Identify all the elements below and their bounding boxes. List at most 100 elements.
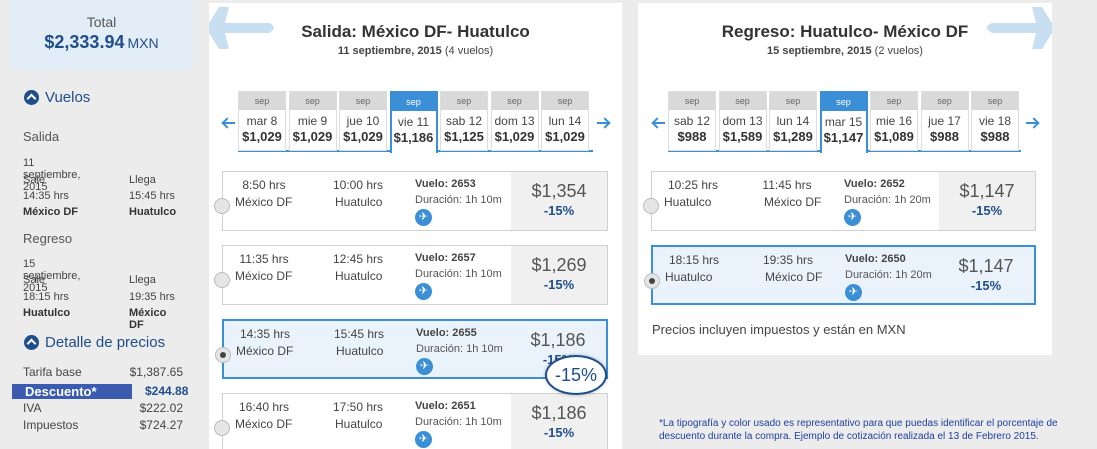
chevron-up-icon <box>24 335 39 350</box>
prev-dates-arrow-icon[interactable] <box>652 116 666 130</box>
departure-time: 16:40 hrs <box>238 400 290 414</box>
destination-city: México DF <box>765 270 823 284</box>
flight-number: Vuelo: 2651 <box>415 400 476 412</box>
flight-discount: -15% <box>543 203 575 218</box>
date-day: mar 15 <box>824 115 863 129</box>
date-option-4[interactable]: sep mie 16 $1,089 <box>870 91 918 151</box>
date-option-2[interactable]: sep jue 10 $1,029 <box>339 91 387 151</box>
date-month: sep <box>340 92 386 110</box>
date-price: $1,186 <box>393 130 434 145</box>
date-price: $988 <box>930 129 959 144</box>
flight-row[interactable]: 10:25 hrs 11:45 hrs Huatulco México DF Vuelo… <box>643 171 1036 231</box>
flight-row[interactable]: 18:15 hrs 19:35 hrs Huatulco México DF Vuelo… <box>644 245 1036 305</box>
price-box: $1,147 -15% <box>939 172 1035 230</box>
date-month: sep <box>871 92 917 110</box>
vuelos-title: Vuelos <box>45 89 91 106</box>
date-day: lun 14 <box>776 114 810 128</box>
arrival-time: 12:45 hrs <box>332 252 384 266</box>
flight-row[interactable]: 16:40 hrs 17:50 hrs México DF Huatulco Vuelo… <box>214 393 608 449</box>
flight-number: Vuelo: 2655 <box>416 327 477 339</box>
flight-radio[interactable] <box>643 198 659 214</box>
origin-city: México DF <box>235 195 293 209</box>
date-option-6[interactable]: sep vie 18 $988 <box>971 91 1019 151</box>
departure-time: 11:35 hrs <box>239 252 289 266</box>
flight-radio[interactable] <box>214 420 230 436</box>
flight-number: Vuelo: 2657 <box>415 252 476 264</box>
destination-city: Huatulco <box>335 195 383 209</box>
price-box: $1,269 -15% <box>511 246 607 304</box>
flight-price: $1,354 <box>531 181 587 201</box>
salida-title: Salida <box>23 129 60 144</box>
date-option-1[interactable]: sep dom 13 $1,589 <box>718 91 767 151</box>
date-option-5[interactable]: sep jue 17 $988 <box>920 91 969 151</box>
origin-city: Huatulco <box>664 195 712 209</box>
date-option-2[interactable]: sep lun 14 $1,289 <box>769 91 817 151</box>
date-price: $1,089 <box>874 129 914 144</box>
flight-row[interactable]: 8:50 hrs 10:00 hrs México DF Huatulco Vuelo:… <box>214 171 608 231</box>
flight-discount: -15% <box>971 203 1003 218</box>
origin-city: México DF <box>235 269 293 283</box>
date-price: $1,125 <box>444 129 484 144</box>
arrival-time: 10:00 hrs <box>332 178 384 192</box>
flight-radio[interactable] <box>644 273 660 289</box>
date-option-1[interactable]: sep mie 9 $1,029 <box>288 91 337 151</box>
date-price: $1,029 <box>292 129 333 144</box>
detalle-title: Detalle de precios <box>45 334 166 351</box>
regreso-times: 18:15 hrs 19:35 hrs <box>23 291 175 303</box>
date-option-0[interactable]: sep sab 12 $988 <box>668 91 716 151</box>
date-option-6[interactable]: sep lun 14 $1,029 <box>541 91 589 151</box>
descuento-label: Descuento* <box>12 384 132 399</box>
flight-price: $1,186 <box>530 330 586 350</box>
total-box: Total $2,333.94 MXN <box>10 0 193 70</box>
flight-duration: Duración: 1h 10m <box>415 268 502 280</box>
flight-row[interactable]: 11:35 hrs 12:45 hrs México DF Huatulco Vuelo… <box>214 245 608 305</box>
chevron-up-icon <box>24 90 39 105</box>
origin-city: México DF <box>236 344 294 358</box>
flight-discount: -15% <box>543 425 575 440</box>
price-box: $1,147 -15% <box>938 247 1034 303</box>
total-amount-value: $2,333.94 <box>44 32 125 52</box>
arrival-time: 15:45 hrs <box>333 327 385 341</box>
date-month: sep <box>821 93 866 111</box>
date-price: $988 <box>980 129 1010 144</box>
detalle-precios-toggle[interactable]: Detalle de precios <box>24 334 165 351</box>
date-option-5[interactable]: sep dom 13 $1,029 <box>490 91 539 151</box>
date-option-3[interactable]: sep vie 11 $1,186 <box>389 91 438 153</box>
date-month: sep <box>542 92 588 110</box>
date-month: sep <box>719 92 766 110</box>
date-price: $1,029 <box>494 129 535 144</box>
flight-radio[interactable] <box>214 198 230 214</box>
flight-duration: Duración: 1h 10m <box>416 343 503 355</box>
flight-duration: Duración: 1h 20m <box>844 194 931 206</box>
next-dates-arrow-icon[interactable] <box>596 116 610 130</box>
outbound-date: 11 septiembre, 2015 (4 vuelos) <box>337 45 494 57</box>
date-price: $1,147 <box>823 130 864 145</box>
date-option-3[interactable]: sep mar 15 $1,147 <box>819 91 868 153</box>
flight-number: Vuelo: 2650 <box>845 253 906 265</box>
discount-badge: -15% <box>545 355 607 395</box>
vuelos-toggle[interactable]: Vuelos <box>24 89 90 106</box>
iva-row: IVA $222.02 <box>23 401 183 415</box>
total-amount: $2,333.94 MXN <box>10 32 193 53</box>
departure-time: 10:25 hrs <box>667 178 719 192</box>
flight-duration: Duración: 1h 10m <box>415 416 502 428</box>
date-day: dom 13 <box>494 114 535 128</box>
arrival-time: 17:50 hrs <box>332 400 384 414</box>
flight-radio[interactable] <box>214 272 230 288</box>
flight-radio[interactable] <box>215 347 231 363</box>
date-day: mie 9 <box>297 114 328 128</box>
outbound-title: Salida: México DF- Huatulco <box>301 22 530 41</box>
total-currency: MXN <box>127 35 159 51</box>
date-price: $1,589 <box>722 129 763 144</box>
date-option-4[interactable]: sep sab 12 $1,125 <box>440 91 488 151</box>
date-price: $1,029 <box>343 129 383 144</box>
date-option-0[interactable]: sep mar 8 $1,029 <box>238 91 286 151</box>
tarifa-row: Tarifa base $1,387.65 <box>23 365 183 379</box>
date-month: sep <box>972 92 1018 110</box>
next-dates-arrow-icon[interactable] <box>1025 116 1039 130</box>
origin-city: México DF <box>235 417 293 431</box>
prev-dates-arrow-icon[interactable] <box>222 116 236 130</box>
date-month: sep <box>770 92 816 110</box>
date-day: jue 17 <box>928 114 961 128</box>
total-label: Total <box>86 14 117 30</box>
